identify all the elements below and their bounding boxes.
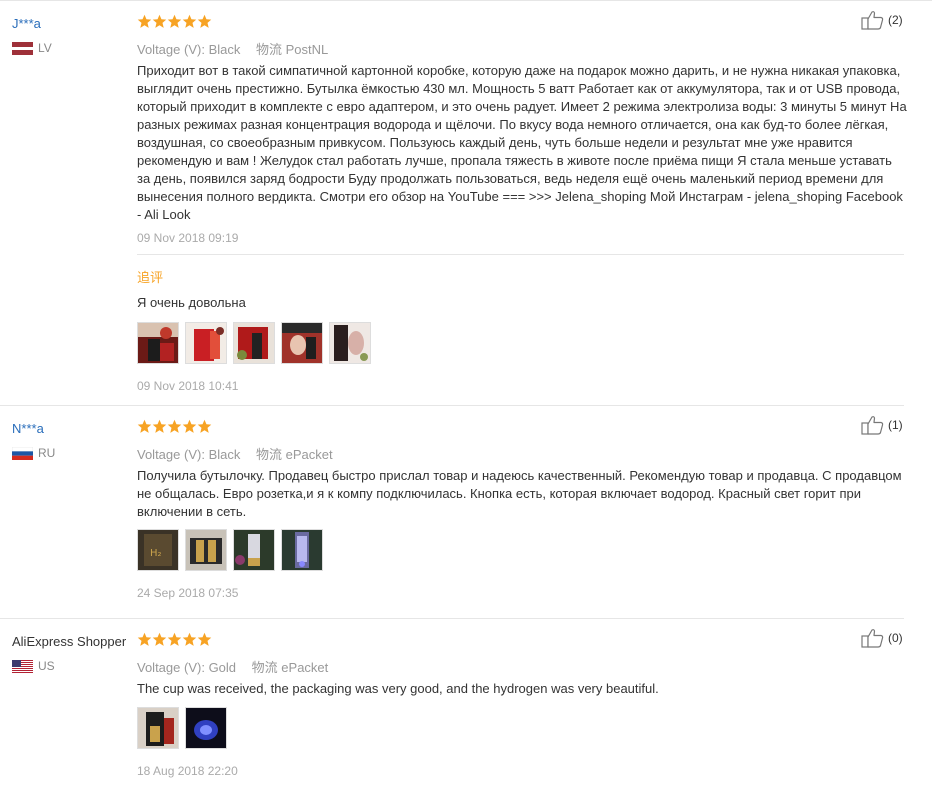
star-icon: [182, 419, 197, 433]
review-date: 24 Sep 2018 07:35: [137, 586, 239, 600]
helpful-count: (2): [888, 13, 903, 27]
reviewer-name[interactable]: J***a: [12, 16, 41, 31]
reviewer-country: US: [12, 659, 55, 673]
review-divider: [0, 618, 904, 619]
shipping-value: ePacket: [285, 447, 333, 462]
star-icon: [197, 632, 212, 646]
rating-stars: [137, 14, 212, 29]
shipping-value: PostNL: [285, 42, 329, 57]
star-icon: [152, 632, 167, 646]
review-photo[interactable]: [281, 322, 323, 364]
star-icon: [167, 419, 182, 433]
review-text: Получила бутылочку. Продавец быстро прис…: [137, 468, 902, 519]
review-photo[interactable]: H₂: [137, 529, 179, 571]
attribute-value: Black: [208, 447, 241, 462]
review-date: 09 Nov 2018 09:19: [137, 231, 239, 245]
additional-review-title: 追评: [137, 270, 164, 285]
star-icon: [152, 419, 167, 433]
review-photo[interactable]: [185, 529, 227, 571]
rating-stars: [137, 419, 212, 434]
review-photo[interactable]: [137, 322, 179, 364]
helpful-button[interactable]: (1): [861, 415, 903, 435]
helpful-count: (1): [888, 418, 903, 432]
reviewer-country: LV: [12, 41, 52, 55]
thumbs-up-icon: [861, 629, 884, 648]
product-attributes: Voltage (V): Black 物流 PostNL: [137, 39, 328, 58]
review-photo[interactable]: [281, 529, 323, 571]
star-icon: [182, 14, 197, 28]
star-icon: [137, 632, 152, 646]
latvia-flag-icon: [12, 41, 33, 55]
star-icon: [167, 632, 182, 646]
thumbs-up-icon: [861, 416, 884, 435]
review-photo[interactable]: [329, 322, 371, 364]
helpful-button[interactable]: (2): [861, 10, 903, 30]
shipping-label: 物流: [255, 447, 282, 462]
product-attributes: Voltage (V): Black 物流 ePacket: [137, 444, 333, 463]
attribute-value: Gold: [208, 660, 237, 675]
attribute-label: Voltage (V):: [137, 447, 205, 462]
star-icon: [137, 14, 152, 28]
helpful-count: (0): [888, 631, 903, 645]
attribute-label: Voltage (V):: [137, 660, 205, 675]
star-icon: [197, 14, 212, 28]
star-icon: [167, 14, 182, 28]
star-icon: [152, 14, 167, 28]
attribute-value: Black: [208, 42, 241, 57]
additional-review-text: Я очень довольна: [137, 295, 246, 310]
svg-text:H₂: H₂: [150, 548, 162, 559]
review-date: 18 Aug 2018 22:20: [137, 764, 238, 778]
usa-flag-icon: [12, 659, 33, 673]
helpful-button[interactable]: (0): [861, 628, 903, 648]
additional-review-date: 09 Nov 2018 10:41: [137, 379, 239, 393]
review-photo[interactable]: [233, 529, 275, 571]
russia-flag-icon: [12, 446, 33, 460]
review-text: Приходит вот в такой симпатичной картонн…: [137, 63, 907, 222]
additional-review-divider: [137, 254, 904, 255]
review-photos: [137, 707, 233, 749]
review-photos: H₂: [137, 529, 329, 571]
thumbs-up-icon: [861, 11, 884, 30]
product-attributes: Voltage (V): Gold 物流 ePacket: [137, 657, 328, 676]
review-photo[interactable]: [233, 322, 275, 364]
star-icon: [137, 419, 152, 433]
shipping-value: ePacket: [281, 660, 329, 675]
review-photo[interactable]: [185, 322, 227, 364]
reviewer-name[interactable]: N***a: [12, 421, 44, 436]
review-divider: [0, 405, 904, 406]
reviewer-country: RU: [12, 446, 55, 460]
top-divider: [0, 0, 932, 1]
review-text: The cup was received, the packaging was …: [137, 681, 659, 696]
shipping-label: 物流: [255, 42, 282, 57]
review-photo[interactable]: [137, 707, 179, 749]
country-code: RU: [38, 446, 56, 460]
country-code: LV: [38, 41, 52, 55]
rating-stars: [137, 632, 212, 647]
country-code: US: [38, 659, 55, 673]
shipping-label: 物流: [251, 660, 278, 675]
review-photos: [137, 322, 377, 364]
reviewer-name[interactable]: AliExpress Shopper: [12, 634, 126, 649]
star-icon: [182, 632, 197, 646]
star-icon: [197, 419, 212, 433]
attribute-label: Voltage (V):: [137, 42, 205, 57]
review-photo[interactable]: [185, 707, 227, 749]
